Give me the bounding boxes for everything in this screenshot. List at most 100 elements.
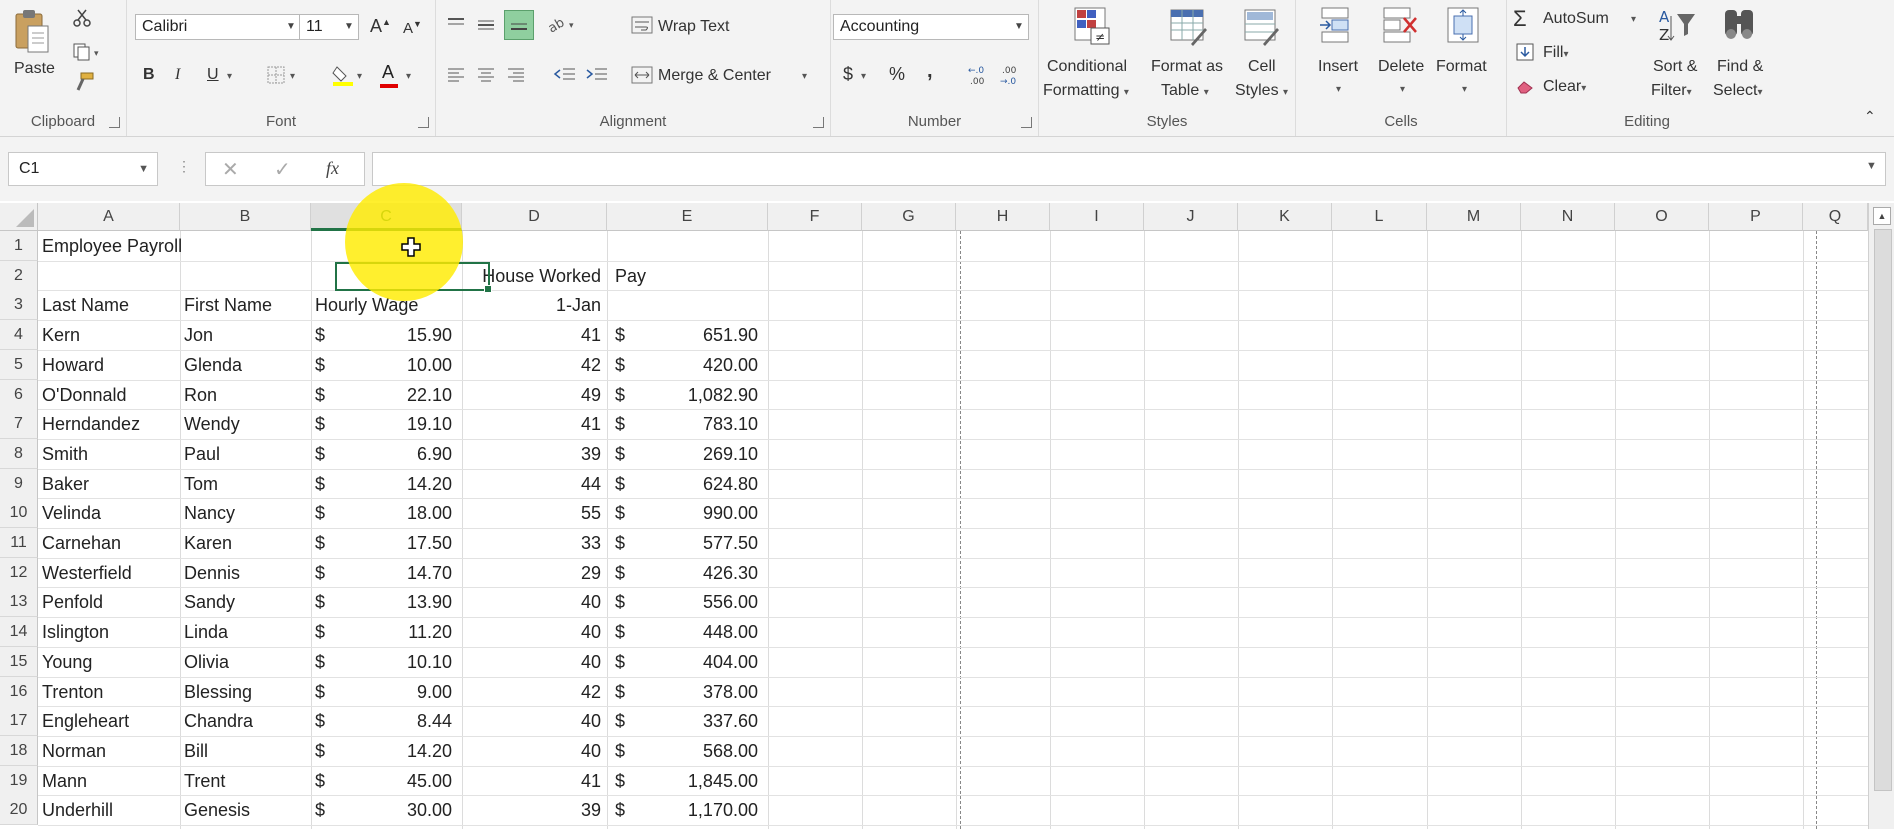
find-select-icon[interactable] — [1721, 6, 1761, 50]
row-header-5[interactable]: 5 — [0, 349, 38, 380]
cell-d[interactable]: 44 — [462, 469, 601, 499]
orientation-icon[interactable]: ab ▾ — [546, 14, 578, 34]
row-header-13[interactable]: 13 — [0, 587, 38, 618]
cell-styles-line1[interactable]: Cell — [1248, 58, 1276, 76]
format-as-table-button[interactable]: Table ▾ — [1161, 82, 1209, 100]
cell-c[interactable]: 45.00 — [311, 766, 452, 796]
bottom-align-icon[interactable] — [504, 10, 534, 40]
column-header-l[interactable]: L — [1332, 203, 1427, 231]
row-header-18[interactable]: 18 — [0, 735, 38, 766]
cell-e-cur[interactable]: Pay — [615, 261, 655, 291]
cell-b[interactable]: Ron — [184, 380, 311, 410]
cell-a[interactable]: Velinda — [42, 498, 180, 528]
row-header-2[interactable]: 2 — [0, 260, 38, 291]
cell-e[interactable]: 420.00 — [607, 350, 758, 380]
column-header-n[interactable]: N — [1521, 203, 1615, 231]
cell-d[interactable]: 39 — [462, 795, 601, 825]
cell-e[interactable]: 577.50 — [607, 528, 758, 558]
cell-a[interactable]: O'Donnald — [42, 380, 180, 410]
cell-d[interactable]: 39 — [462, 439, 601, 469]
merge-center-button[interactable]: Merge & Center — [658, 67, 771, 85]
name-box[interactable]: C1 ▼ — [8, 152, 158, 186]
confirm-entry-icon[interactable]: ✓ — [274, 157, 291, 182]
format-dropdown-icon[interactable]: ▾ — [1462, 84, 1467, 95]
scroll-up-icon[interactable]: ▲ — [1873, 207, 1891, 225]
clear-button[interactable]: Clear▾ — [1543, 78, 1586, 96]
underline-button[interactable]: U — [207, 66, 219, 84]
cell-e[interactable]: 990.00 — [607, 498, 758, 528]
name-box-dropdown-icon[interactable]: ▼ — [138, 153, 149, 185]
cell-a[interactable]: Trenton — [42, 677, 180, 707]
cell-c[interactable]: 9.00 — [311, 677, 452, 707]
cell-a[interactable]: Carnehan — [42, 528, 180, 558]
row-header-1[interactable]: 1 — [0, 231, 38, 261]
row-header-4[interactable]: 4 — [0, 320, 38, 351]
cell-e[interactable]: 624.80 — [607, 469, 758, 499]
column-header-o[interactable]: O — [1615, 203, 1709, 231]
cell-a[interactable]: Penfold — [42, 587, 180, 617]
cell-d[interactable]: 41 — [462, 409, 601, 439]
cell-a[interactable]: Baker — [42, 469, 180, 499]
cell-a[interactable]: Islington — [42, 617, 180, 647]
cell-styles-button[interactable]: Styles ▾ — [1235, 82, 1288, 100]
format-as-table-line1[interactable]: Format as — [1151, 58, 1223, 76]
cell-e[interactable]: 269.10 — [607, 439, 758, 469]
cell-b[interactable]: Linda — [184, 617, 311, 647]
paste-button[interactable]: Paste — [14, 60, 55, 78]
cell-a[interactable]: Smith — [42, 439, 180, 469]
cell-b[interactable]: Paul — [184, 439, 311, 469]
cell-d[interactable]: 40 — [462, 617, 601, 647]
grow-font-button[interactable]: A▲ — [370, 16, 391, 37]
row-header-11[interactable]: 11 — [0, 528, 38, 558]
cell-e[interactable]: 1,170.00 — [607, 795, 758, 825]
cell-e[interactable]: 568.00 — [607, 736, 758, 766]
cell-a[interactable]: Westerfield — [42, 558, 180, 588]
worksheet-grid[interactable]: ABCDEFGHIJKLMNOPQ 1234567891011121314151… — [0, 203, 1894, 829]
row-header-6[interactable]: 6 — [0, 379, 38, 410]
delete-dropdown-icon[interactable]: ▾ — [1400, 84, 1405, 95]
font-name-dropdown-icon[interactable]: ▼ — [282, 15, 300, 39]
cell-c[interactable]: 14.70 — [311, 558, 452, 588]
autosum-icon[interactable]: Σ — [1513, 6, 1527, 32]
italic-button[interactable]: I — [175, 66, 180, 84]
row-header-9[interactable]: 9 — [0, 468, 38, 499]
format-painter-icon[interactable] — [72, 70, 96, 94]
cell-a[interactable]: Last Name — [42, 290, 180, 320]
row-header-19[interactable]: 19 — [0, 765, 38, 796]
alignment-launcher-icon[interactable] — [813, 117, 824, 128]
expand-formula-bar-icon[interactable]: ▼ — [1866, 160, 1877, 172]
row-header-3[interactable]: 3 — [0, 290, 38, 321]
cell-c[interactable]: 19.10 — [311, 409, 452, 439]
fill-icon[interactable] — [1515, 42, 1535, 62]
borders-dropdown-icon[interactable]: ▾ — [290, 71, 295, 82]
currency-dropdown-icon[interactable]: ▾ — [861, 71, 866, 82]
wrap-text-icon[interactable] — [630, 14, 654, 36]
column-header-q[interactable]: Q — [1803, 203, 1868, 231]
cell-b[interactable]: Nancy — [184, 498, 311, 528]
cell-d[interactable]: 33 — [462, 528, 601, 558]
cell-a[interactable]: Kern — [42, 320, 180, 350]
cell-b[interactable]: First Name — [184, 290, 311, 320]
cell-c[interactable]: 17.50 — [311, 528, 452, 558]
fill-button[interactable]: Fill▾ — [1543, 44, 1568, 62]
cell-a[interactable]: Employee Payroll — [42, 231, 182, 261]
number-format-dropdown-icon[interactable]: ▼ — [1010, 15, 1028, 39]
increase-decimal-icon[interactable]: ←.0.00 — [965, 62, 993, 88]
cell-d[interactable]: 55 — [462, 498, 601, 528]
autosum-dropdown-icon[interactable]: ▾ — [1631, 14, 1636, 25]
cell-c[interactable]: 15.90 — [311, 320, 452, 350]
underline-dropdown-icon[interactable]: ▾ — [227, 71, 232, 82]
conditional-formatting-icon[interactable]: ≠ — [1073, 6, 1113, 52]
row-header-7[interactable]: 7 — [0, 409, 38, 440]
cell-d[interactable]: 40 — [462, 587, 601, 617]
font-color-dropdown-icon[interactable]: ▾ — [406, 71, 411, 82]
merge-center-dropdown-icon[interactable]: ▾ — [802, 71, 807, 82]
cell-a[interactable]: Young — [42, 647, 180, 677]
cell-d[interactable]: 40 — [462, 647, 601, 677]
cell-a[interactable]: Mann — [42, 766, 180, 796]
row-header-16[interactable]: 16 — [0, 676, 38, 707]
column-header-e[interactable]: E — [607, 203, 768, 231]
cell-e[interactable]: 378.00 — [607, 677, 758, 707]
cell-a[interactable]: Howard — [42, 350, 180, 380]
conditional-formatting-button[interactable]: Formatting ▾ — [1043, 82, 1129, 100]
